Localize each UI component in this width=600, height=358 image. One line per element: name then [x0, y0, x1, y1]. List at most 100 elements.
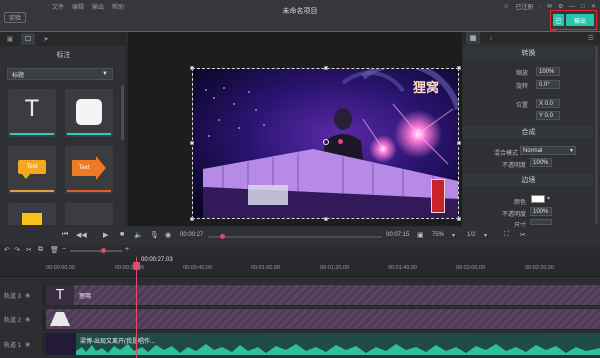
- border-section-header[interactable]: 边境: [463, 174, 594, 186]
- callout-tile[interactable]: Text: [8, 146, 56, 194]
- resize-handle[interactable]: [457, 141, 461, 145]
- resize-handle[interactable]: [324, 66, 328, 70]
- fit-screen-icon[interactable]: ▣: [417, 231, 424, 239]
- text-glyph-icon: T: [25, 97, 39, 122]
- progress-track[interactable]: [208, 236, 382, 238]
- track-header[interactable]: 轨道 1 ◉: [0, 333, 42, 355]
- settings-icon[interactable]: ⚙: [558, 3, 563, 10]
- chevron-down-icon[interactable]: ▾: [452, 232, 455, 239]
- resize-handle[interactable]: [190, 217, 194, 221]
- resize-handle[interactable]: [190, 141, 194, 145]
- cursor-tab-icon[interactable]: ➤: [39, 33, 53, 45]
- audio-tab-icon[interactable]: ♪: [484, 32, 498, 44]
- play-icon[interactable]: ▶: [103, 231, 108, 239]
- annotation-tab-icon[interactable]: ☐: [21, 33, 35, 45]
- eye-icon[interactable]: ◉: [25, 341, 30, 348]
- media-tab-icon[interactable]: ▣: [3, 33, 17, 45]
- rotate-input[interactable]: 0.0°: [536, 80, 560, 89]
- properties-tab-icon[interactable]: ▦: [466, 32, 480, 44]
- chevron-down-icon[interactable]: ▾: [547, 195, 550, 202]
- volume-icon[interactable]: 🔈: [134, 231, 143, 239]
- copy-icon[interactable]: ⧉: [38, 246, 43, 254]
- position-label: 位置: [515, 103, 528, 109]
- chevron-down-icon[interactable]: ▾: [484, 232, 487, 239]
- callout-tail: [22, 174, 30, 179]
- playhead-time: 00:00:27.03: [141, 257, 173, 263]
- total-time: 00:07:15: [386, 232, 410, 238]
- shape-tile[interactable]: [65, 89, 113, 137]
- stop-icon[interactable]: ■: [120, 231, 124, 238]
- zoom-level[interactable]: 75%: [432, 232, 444, 238]
- playhead-handle[interactable]: [133, 262, 140, 270]
- crop-icon[interactable]: ✂: [520, 231, 526, 239]
- eye-icon[interactable]: ◉: [25, 316, 30, 323]
- camera-icon[interactable]: ◉: [165, 231, 171, 239]
- timeline-ruler[interactable]: [0, 257, 600, 277]
- mic-icon[interactable]: 🎙: [150, 231, 159, 239]
- quality-ratio[interactable]: 1/2: [467, 232, 475, 238]
- composite-section-header[interactable]: 合成: [463, 126, 594, 138]
- blend-mode-label: 混合模式: [493, 151, 518, 157]
- arrow-tile[interactable]: Text: [65, 146, 113, 194]
- yellow-shape-icon: [22, 213, 42, 225]
- mail-icon[interactable]: ✉: [547, 3, 552, 10]
- border-opacity-label: 不透明度: [501, 212, 526, 218]
- current-time: 00:00:27: [180, 232, 204, 238]
- track-name: 轨道 3: [4, 293, 22, 300]
- playhead-line[interactable]: [136, 257, 137, 358]
- track-header[interactable]: 轨道 3 ◉: [0, 284, 42, 306]
- opacity-input[interactable]: 100%: [530, 158, 552, 167]
- panel-title: 标注: [56, 52, 71, 59]
- timeline-zoom-thumb[interactable]: [101, 248, 106, 253]
- tile-partial[interactable]: [65, 203, 113, 225]
- rotate-handle[interactable]: [338, 139, 343, 144]
- size-input[interactable]: [530, 219, 552, 225]
- zoom-out-icon[interactable]: −: [62, 246, 66, 253]
- callout-bubble-icon: Text: [18, 160, 46, 174]
- border-opacity-input[interactable]: 100%: [530, 207, 552, 216]
- timeline-zoom-track[interactable]: [70, 250, 122, 252]
- left-scrollbar[interactable]: [121, 85, 124, 140]
- shape-clip[interactable]: [46, 309, 600, 329]
- delete-icon[interactable]: 🗑: [50, 246, 59, 254]
- text-clip[interactable]: T 狸窝: [46, 285, 600, 305]
- anchor-point-icon[interactable]: [323, 139, 329, 145]
- category-select[interactable]: 标题 ▼: [7, 68, 113, 80]
- prev-frame-icon[interactable]: ⏮: [62, 231, 68, 239]
- panel-menu-icon[interactable]: ☰: [588, 34, 594, 42]
- fullscreen-icon[interactable]: ⛶: [504, 231, 509, 239]
- zoom-in-icon[interactable]: +: [125, 246, 129, 253]
- resize-handle[interactable]: [190, 66, 194, 70]
- transform-section-header[interactable]: 转换: [463, 47, 594, 59]
- close-icon[interactable]: ✕: [591, 3, 596, 10]
- resize-handle[interactable]: [457, 66, 461, 70]
- login-label[interactable]: 已注册: [515, 2, 533, 11]
- resize-handle[interactable]: [324, 217, 328, 221]
- tile-partial[interactable]: [8, 203, 56, 225]
- position-y-input[interactable]: Y 0.0: [536, 111, 560, 120]
- maximize-icon[interactable]: □: [581, 4, 585, 10]
- position-x-input[interactable]: X 0.0: [536, 99, 560, 108]
- progress-thumb[interactable]: [220, 234, 225, 239]
- track-header[interactable]: 轨道 2 ◉: [0, 308, 42, 330]
- redo-icon[interactable]: ↷: [14, 246, 20, 254]
- scale-input[interactable]: 100%: [536, 67, 560, 76]
- rotate-label: 旋转: [515, 84, 528, 90]
- ruler-tick-label: 00:01:40.00: [388, 265, 418, 271]
- eye-icon[interactable]: ◉: [25, 292, 30, 299]
- cut-icon[interactable]: ✂: [26, 246, 32, 254]
- resize-handle[interactable]: [457, 217, 461, 221]
- blend-mode-value: Normal: [523, 147, 543, 154]
- minimize-icon[interactable]: —: [569, 4, 575, 10]
- user-icon[interactable]: ☺: [503, 4, 509, 10]
- rounded-rect-icon: [76, 99, 102, 125]
- step-back-icon[interactable]: ◀◀: [76, 231, 87, 239]
- selection-frame[interactable]: [190, 66, 461, 221]
- right-scrollbar[interactable]: [595, 46, 598, 224]
- divider: |: [539, 3, 541, 10]
- video-clip[interactable]: 梁博-出现又离开(我是唱作...: [46, 333, 600, 355]
- text-title-tile[interactable]: T: [8, 89, 56, 137]
- undo-icon[interactable]: ↶: [4, 246, 10, 254]
- blend-mode-select[interactable]: Normal ▾: [520, 146, 576, 155]
- color-swatch[interactable]: [531, 195, 545, 203]
